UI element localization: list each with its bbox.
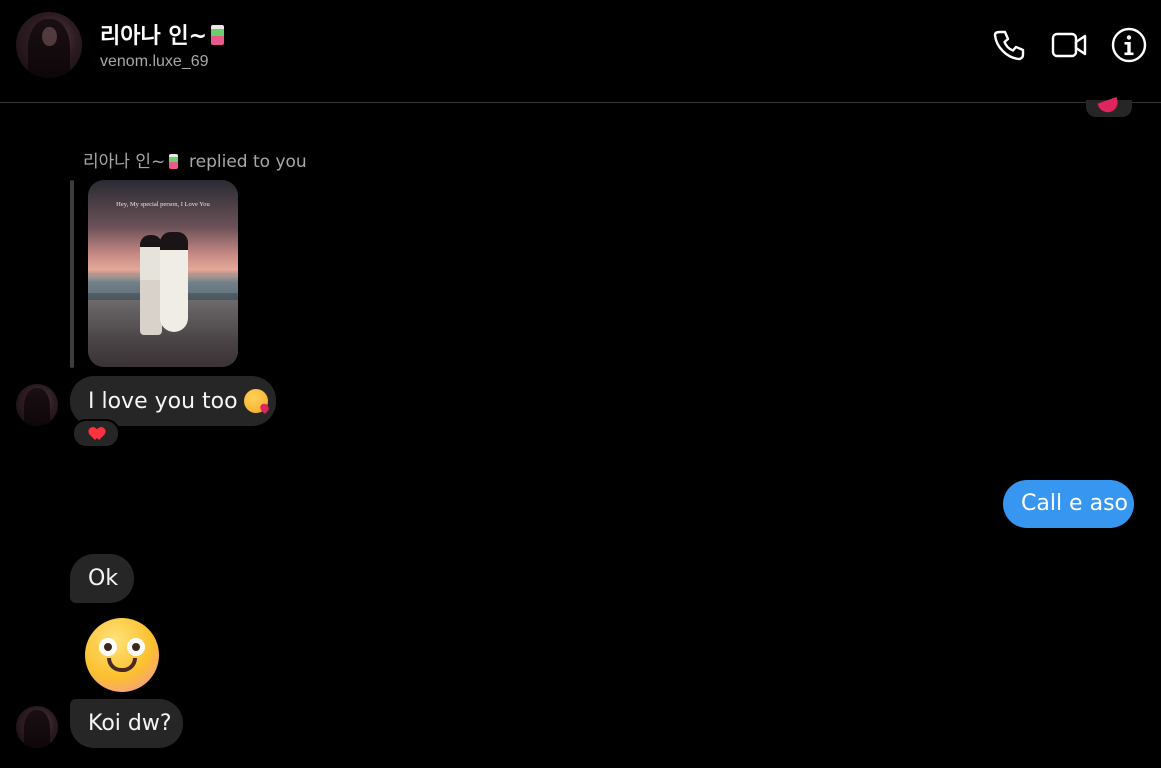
emoji-mouth	[107, 658, 137, 672]
smiling-face-big-emoji[interactable]	[85, 618, 159, 692]
reply-label-text: replied to you	[189, 152, 307, 172]
message-bubble-incoming[interactable]: Koi dw?	[70, 699, 183, 748]
emoji-eye-right	[127, 638, 145, 656]
phone-call-button[interactable]	[991, 27, 1027, 63]
contact-handle[interactable]: venom.luxe_69	[100, 53, 209, 71]
message-reaction[interactable]	[72, 419, 120, 448]
story-caption: Hey, My special person, I Love You	[116, 201, 210, 208]
message-text: I love you too	[88, 389, 238, 414]
avatar-hair	[23, 710, 51, 748]
contact-name[interactable]: 리아나 인~	[100, 18, 225, 50]
message-bubble-incoming[interactable]: Ok	[70, 554, 134, 603]
story-figure-woman	[160, 232, 188, 332]
previous-message-reaction[interactable]	[1086, 96, 1132, 117]
emoji-eye-left	[99, 638, 117, 656]
video-icon	[1051, 32, 1087, 58]
juice-box-icon	[169, 154, 179, 169]
heart-icon	[90, 428, 104, 440]
chat-header: 리아나 인~ venom.luxe_69	[0, 0, 1161, 103]
avatar-face	[42, 26, 57, 47]
reply-quote-bar	[70, 180, 74, 368]
lips-icon	[1097, 96, 1121, 116]
sender-avatar[interactable]	[16, 384, 58, 426]
story-figure-man	[140, 235, 162, 335]
message-text: Call e aso	[1021, 491, 1128, 516]
sender-avatar[interactable]	[16, 706, 58, 748]
contact-avatar[interactable]	[16, 12, 82, 78]
message-text: Ok	[88, 566, 119, 591]
conversation-info-button[interactable]	[1111, 27, 1147, 63]
contact-name-text: 리아나 인~	[100, 24, 208, 49]
kissing-face-icon	[243, 389, 268, 413]
reply-sender-name: 리아나 인~	[83, 152, 166, 172]
message-text: Koi dw?	[88, 711, 172, 736]
avatar-hair	[23, 388, 51, 426]
phone-icon	[993, 30, 1025, 61]
message-bubble-outgoing[interactable]: Call e aso	[1003, 480, 1134, 528]
info-icon	[1111, 27, 1147, 63]
juice-box-icon	[211, 25, 225, 45]
replied-story-thumbnail[interactable]: Hey, My special person, I Love You	[88, 180, 238, 367]
story-reply-label: 리아나 인~ replied to you	[83, 147, 307, 172]
video-call-button[interactable]	[1051, 27, 1087, 63]
